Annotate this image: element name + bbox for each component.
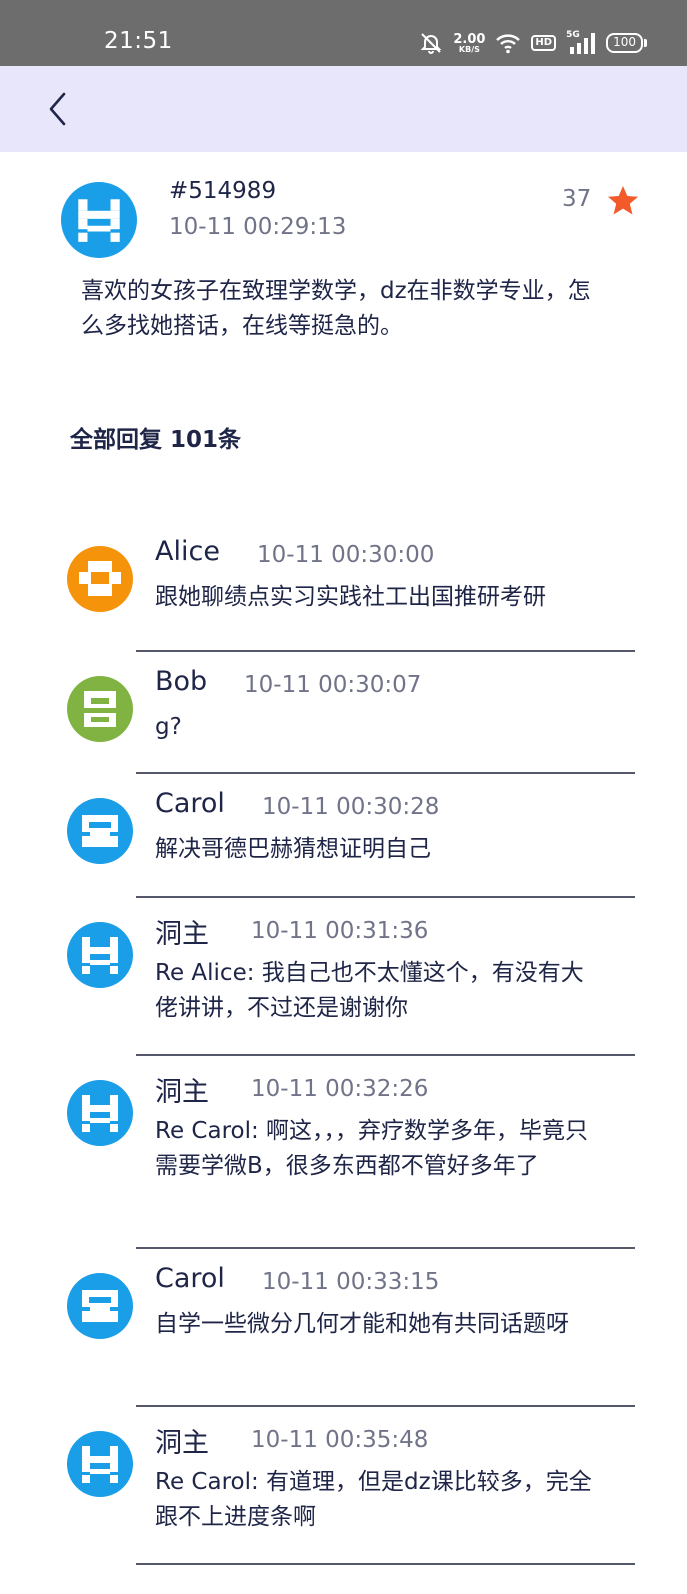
status-time: 21:51 [104,28,173,54]
reply-author: Bob [155,666,208,697]
post-time: 10-11 00:29:13 [169,214,347,240]
avatar [67,798,133,864]
battery-tip [644,39,647,47]
chevron-left-icon [49,92,66,126]
reply-text: Re Carol: 啊这，，，弃疗数学多年，毕竟只需要学微B，很多东西都不管好多… [155,1118,589,1179]
net-speed: 2.00 KB/S [453,33,485,54]
status-icons: 2.00 KB/S HD 5G 100 [419,30,647,56]
reply-author: Carol [155,788,225,819]
reply-author: 洞主 [155,1077,209,1108]
reply-time: 10-11 00:33:15 [262,1269,440,1295]
star-icon[interactable] [606,184,640,218]
avatar [67,1080,133,1146]
reply-item[interactable]: Bob 10-11 00:30:07 g? [0,652,687,774]
app-bar [0,66,687,152]
avatar [67,546,133,612]
status-bar: 21:51 2.00 KB/S HD 5G 100 [0,0,687,66]
reply-text: 解决哥德巴赫猜想证明自己 [155,836,431,862]
avatar [67,1273,133,1339]
reply-author: 洞主 [155,1428,209,1459]
avatar [61,182,137,258]
hd-icon: HD [531,35,557,51]
reply-text: Re Carol: 有道理，但是dz课比较多，完全跟不上进度条啊 [155,1469,592,1530]
reply-time: 10-11 00:35:48 [251,1427,429,1453]
reply-time: 10-11 00:32:26 [251,1076,429,1102]
reply-item[interactable]: 洞主 10-11 00:32:26 Re Carol: 啊这，，，弃疗数学多年，… [0,1056,687,1249]
reply-text: 跟她聊绩点实习实践社工出国推研考研 [155,584,546,610]
divider [136,1563,635,1565]
reply-text: Re Alice: 我自己也不太懂这个，有没有大佬讲讲，不过还是谢谢你 [155,960,584,1021]
signal-icon: 5G [566,31,596,55]
post-id: #514989 [169,178,277,204]
reply-time: 10-11 00:30:07 [244,672,422,698]
net-speed-value: 2.00 [453,31,486,47]
reply-item[interactable]: 洞主 10-11 00:35:48 Re Carol: 有道理，但是dz课比较多… [0,1407,687,1565]
reply-author: Alice [155,536,220,567]
back-button[interactable] [38,86,78,132]
post-content: 喜欢的女孩子在致理学数学，dz在非数学专业，怎么多找她搭话，在线等挺急的。 [81,278,591,339]
reply-text: 自学一些微分几何才能和她有共同话题呀 [155,1311,569,1337]
reply-author: Carol [155,1263,225,1294]
reply-time: 10-11 00:30:28 [262,794,440,820]
battery-level: 100 [606,33,643,53]
reply-item[interactable]: Carol 10-11 00:33:15 自学一些微分几何才能和她有共同话题呀 [0,1249,687,1407]
bell-muted-icon [420,33,442,54]
reply-count-header: 全部回复 101条 [70,427,242,453]
reply-text: g? [155,714,182,740]
reply-item[interactable]: Alice 10-11 00:30:00 跟她聊绩点实习实践社工出国推研考研 [0,522,687,652]
avatar [67,1431,133,1497]
wifi-icon [496,34,521,54]
net-speed-unit: KB/S [458,44,480,54]
reply-item[interactable]: 洞主 10-11 00:31:36 Re Alice: 我自己也不太懂这个，有没… [0,898,687,1056]
reply-item[interactable]: Carol 10-11 00:30:28 解决哥德巴赫猜想证明自己 [0,774,687,898]
reply-author: 洞主 [155,919,209,950]
avatar [67,922,133,988]
avatar [67,676,133,742]
battery-icon: 100 [606,33,647,53]
reply-list: Alice 10-11 00:30:00 跟她聊绩点实习实践社工出国推研考研 B… [0,522,687,1565]
reply-time: 10-11 00:30:00 [257,542,435,568]
star-count: 37 [562,186,592,212]
reply-time: 10-11 00:31:36 [251,918,429,944]
